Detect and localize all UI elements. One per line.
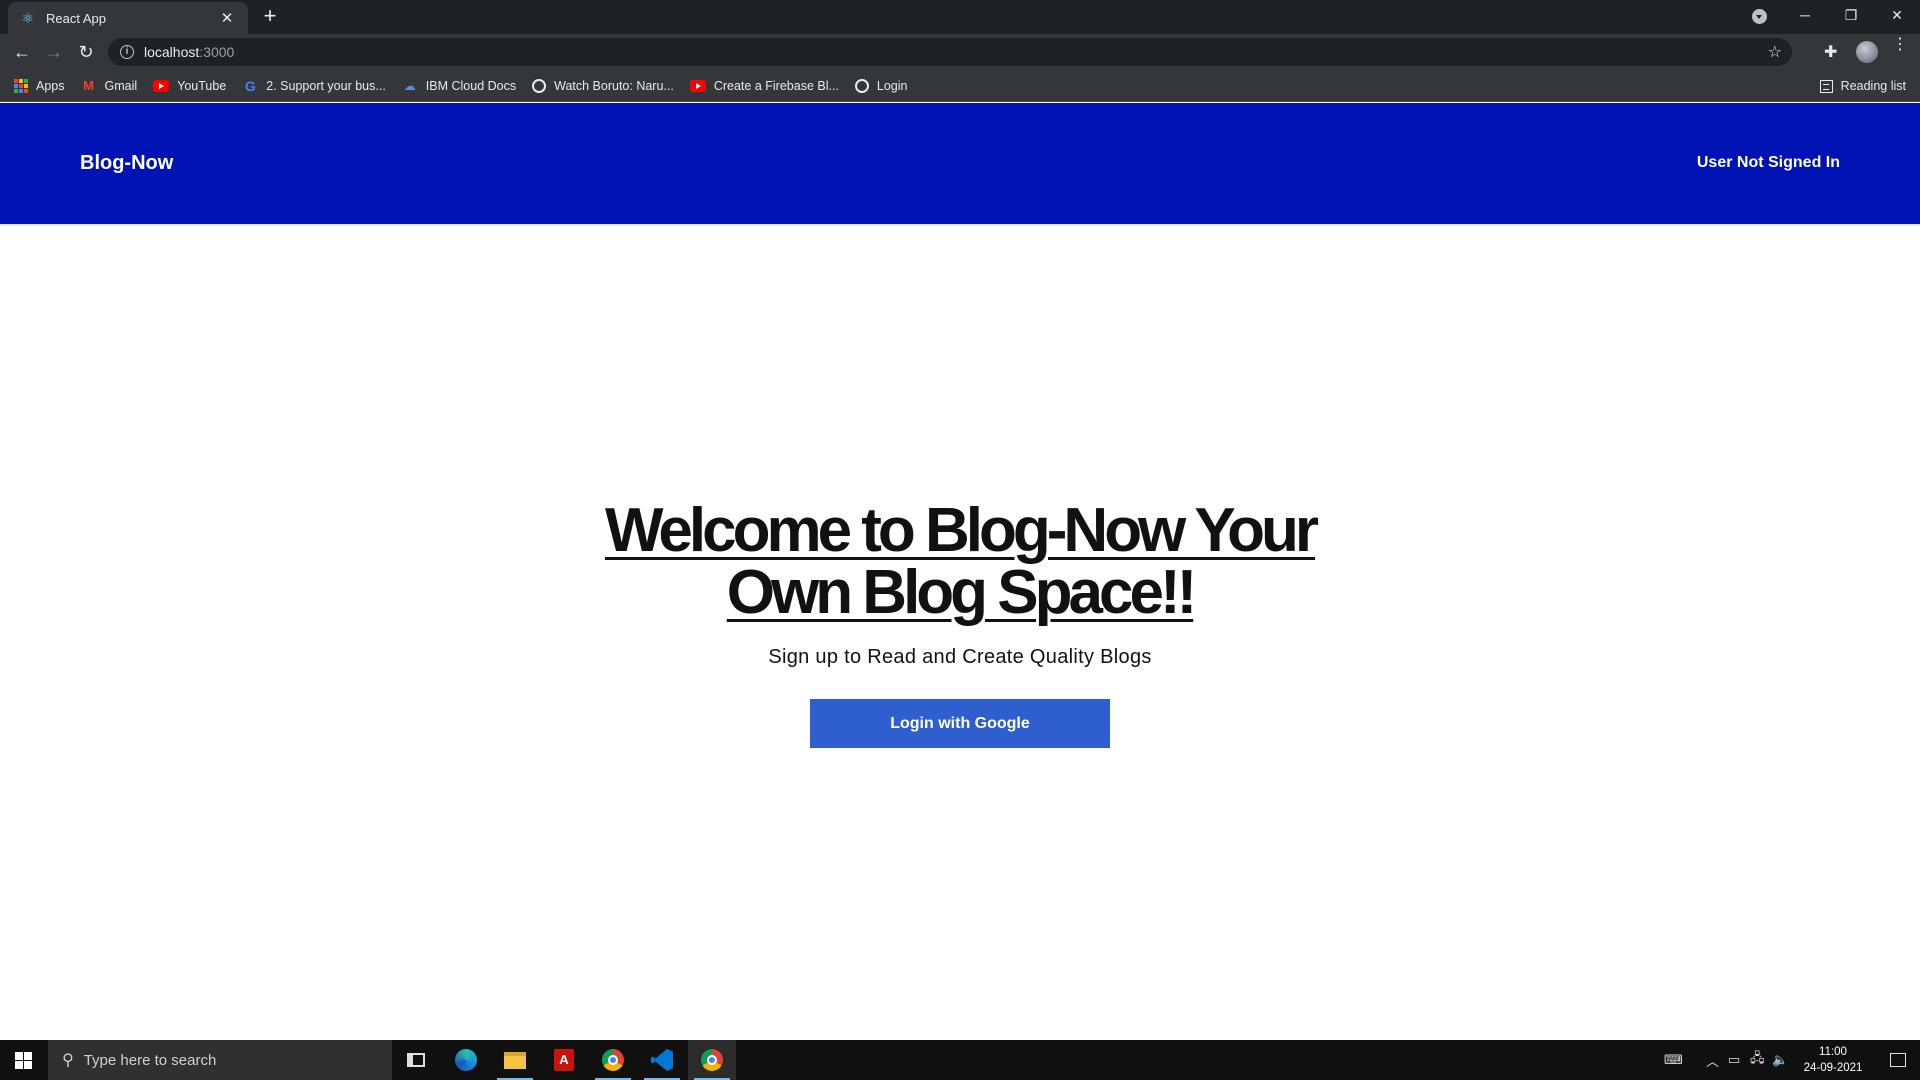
acrobat-icon: A xyxy=(554,1049,574,1071)
react-icon: ⚛ xyxy=(21,9,35,26)
reading-list-icon xyxy=(1819,79,1833,93)
youtube-icon xyxy=(153,79,170,92)
browser-tab-strip: ⚛ React App ✕ + ─ ❐ ✕ xyxy=(0,0,1920,34)
extensions-puzzle-icon[interactable]: ✚ xyxy=(1824,42,1837,62)
windows-logo-icon xyxy=(14,1051,32,1069)
tab-title: React App xyxy=(46,10,106,26)
url-port: :3000 xyxy=(199,44,235,60)
bookmark-apps[interactable]: Apps xyxy=(14,78,65,93)
login-with-google-button[interactable]: Login with Google xyxy=(810,699,1110,748)
task-view-button[interactable] xyxy=(392,1040,440,1080)
close-tab-icon[interactable]: ✕ xyxy=(218,9,236,27)
auth-status: User Not Signed In xyxy=(1696,154,1840,171)
task-view-icon xyxy=(407,1053,425,1067)
reload-icon[interactable]: ↻ xyxy=(74,40,98,64)
browser-tab[interactable]: ⚛ React App ✕ xyxy=(8,2,248,34)
start-button[interactable] xyxy=(0,1040,46,1080)
bookmark-gmail[interactable]: M Gmail xyxy=(81,78,138,94)
taskbar-clock[interactable]: 11:00 24-09-2021 xyxy=(1790,1044,1876,1076)
profile-avatar[interactable] xyxy=(1856,41,1878,63)
bookmark-label: Login xyxy=(876,78,908,93)
clock-time: 11:00 xyxy=(1819,1046,1847,1058)
back-arrow-icon[interactable]: ← xyxy=(10,40,34,64)
bookmark-label: 2. Support your bus... xyxy=(266,78,386,93)
keyboard-icon[interactable]: ⌨ xyxy=(1664,1040,1683,1080)
minimize-icon[interactable]: ─ xyxy=(1782,0,1828,30)
chrome-app[interactable] xyxy=(589,1040,637,1080)
close-window-icon[interactable]: ✕ xyxy=(1874,0,1920,30)
forward-arrow-icon[interactable]: → xyxy=(42,40,66,64)
chrome-icon xyxy=(602,1049,624,1071)
acrobat-app[interactable]: A xyxy=(540,1040,588,1080)
browser-menu-icon[interactable]: ⋮ xyxy=(1892,37,1908,53)
edge-app[interactable] xyxy=(442,1040,490,1080)
apps-grid-icon xyxy=(14,78,28,93)
action-center-button[interactable] xyxy=(1876,1040,1920,1080)
reading-list-label: Reading list xyxy=(1840,79,1906,93)
restore-icon[interactable]: ❐ xyxy=(1828,0,1874,30)
globe-icon xyxy=(854,78,869,93)
reading-list-button[interactable]: Reading list xyxy=(1819,70,1906,102)
chrome-icon xyxy=(701,1049,723,1071)
header-divider xyxy=(0,224,1920,227)
battery-icon[interactable]: ▭ xyxy=(1728,1040,1740,1080)
bookmark-label: Watch Boruto: Naru... xyxy=(554,78,674,93)
bookmark-watch-boruto[interactable]: Watch Boruto: Naru... xyxy=(532,78,674,93)
bookmark-login[interactable]: Login xyxy=(854,78,908,93)
bookmark-label: Apps xyxy=(36,78,65,93)
bookmark-youtube[interactable]: YouTube xyxy=(153,79,226,93)
bookmark-label: YouTube xyxy=(177,78,227,93)
edge-icon xyxy=(455,1049,477,1071)
bookmark-ibm-cloud-docs[interactable]: ☁ IBM Cloud Docs xyxy=(402,78,516,94)
folder-icon xyxy=(504,1051,526,1069)
bookmarks-bar: Apps M Gmail YouTube G 2. Support your b… xyxy=(0,70,1920,102)
url-host: localhost xyxy=(144,44,200,60)
site-info-icon[interactable]: i xyxy=(120,45,134,59)
show-hidden-icons-icon[interactable]: ︿ xyxy=(1706,1040,1719,1080)
hero-title: Welcome to Blog-Now Your Own Blog Space!… xyxy=(604,496,1319,627)
new-tab-button[interactable]: + xyxy=(258,5,282,29)
browser-toolbar: ← → ↻ i localhost :3000 ☆ ✚ ⋮ xyxy=(0,34,1920,70)
bookmark-label: Gmail xyxy=(104,78,138,93)
bookmark-create-firebase[interactable]: Create a Firebase Bl... xyxy=(689,78,839,93)
file-explorer-app[interactable] xyxy=(491,1040,539,1080)
google-icon: G xyxy=(244,77,256,94)
ibm-icon: ☁ xyxy=(403,78,416,93)
hero-subtitle: Sign up to Read and Create Quality Blogs xyxy=(768,646,1152,668)
vscode-icon xyxy=(651,1049,673,1071)
hero-section: Welcome to Blog-Now Your Own Blog Space!… xyxy=(0,500,1920,748)
bookmark-support[interactable]: G 2. Support your bus... xyxy=(242,78,386,94)
bookmark-label: IBM Cloud Docs xyxy=(425,78,517,93)
bookmark-label: Create a Firebase Bl... xyxy=(713,78,839,93)
taskbar-search-box[interactable]: ⚲ Type here to search xyxy=(48,1040,392,1080)
volume-icon[interactable]: 🔈 xyxy=(1772,1040,1788,1080)
clock-date: 24-09-2021 xyxy=(1803,1062,1863,1074)
windows-taskbar: ⚲ Type here to search A ⌨ ︿ ▭ 🖧 🔈 11:00 … xyxy=(0,1040,1920,1080)
globe-icon xyxy=(532,78,547,93)
search-placeholder: Type here to search xyxy=(83,1051,217,1069)
bookmark-star-icon[interactable]: ☆ xyxy=(1768,42,1782,62)
gmail-icon: M xyxy=(83,78,94,93)
search-icon: ⚲ xyxy=(62,1052,74,1069)
address-bar[interactable]: i localhost :3000 ☆ xyxy=(108,38,1792,66)
notification-icon xyxy=(1890,1053,1906,1067)
vscode-app[interactable] xyxy=(638,1040,686,1080)
brand-logo[interactable]: Blog-Now xyxy=(80,152,173,175)
network-icon[interactable]: 🖧 xyxy=(1750,1040,1765,1080)
app-header: Blog-Now User Not Signed In xyxy=(0,103,1920,224)
youtube-icon xyxy=(689,79,706,92)
tab-search-icon[interactable] xyxy=(1752,9,1767,24)
chrome-app-active[interactable] xyxy=(688,1040,736,1080)
